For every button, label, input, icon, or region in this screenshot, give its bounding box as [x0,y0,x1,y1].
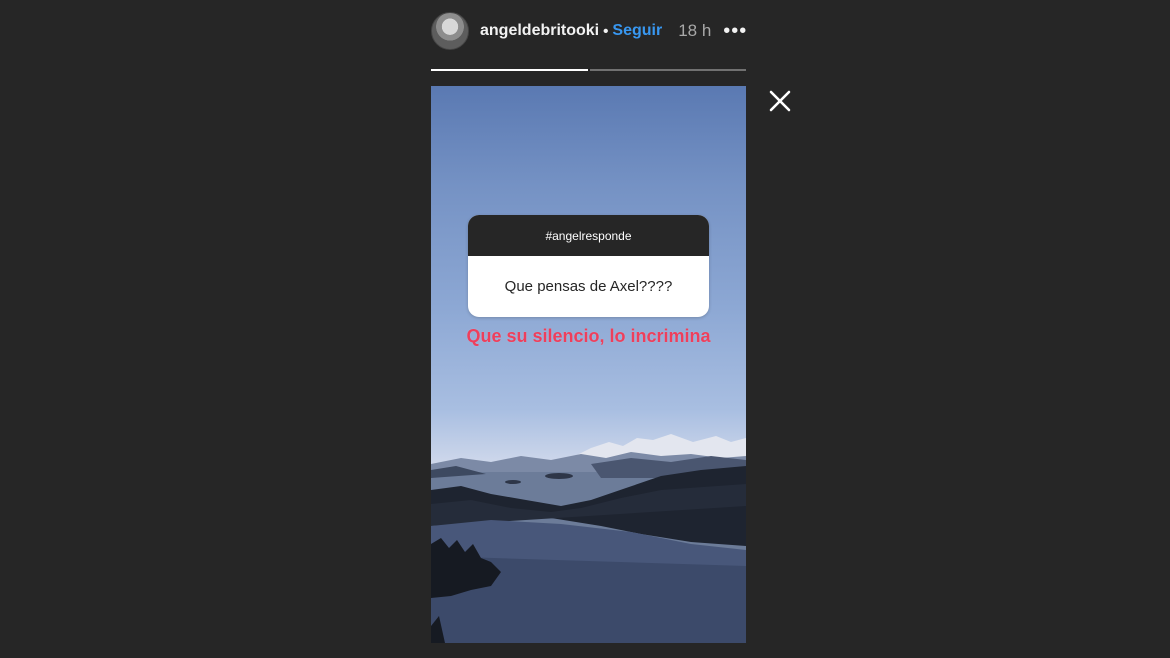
timestamp: 18 h [678,21,712,40]
progress-segment-2 [589,69,746,71]
story-media[interactable]: #angelresponde Que pensas de Axel???? Qu… [431,86,746,643]
story-header: angeldebritooki • Seguir 18 h ••• [431,10,747,52]
username[interactable]: angeldebritooki [480,22,599,40]
question-sticker-title: #angelresponde [468,215,709,256]
progress-segment-1 [431,69,588,71]
close-icon-glyph [769,90,791,112]
landscape-image [431,434,746,643]
question-sticker: #angelresponde Que pensas de Axel???? [468,215,709,317]
more-icon[interactable]: ••• [723,20,747,43]
follow-button[interactable]: Seguir [612,22,662,40]
separator-dot: • [603,22,609,40]
story-progress-bar [431,69,746,71]
close-icon[interactable] [764,85,796,117]
avatar[interactable] [431,12,469,50]
answer-text: Que su silencio, lo incrimina [466,326,711,346]
question-sticker-text: Que pensas de Axel???? [504,278,673,295]
